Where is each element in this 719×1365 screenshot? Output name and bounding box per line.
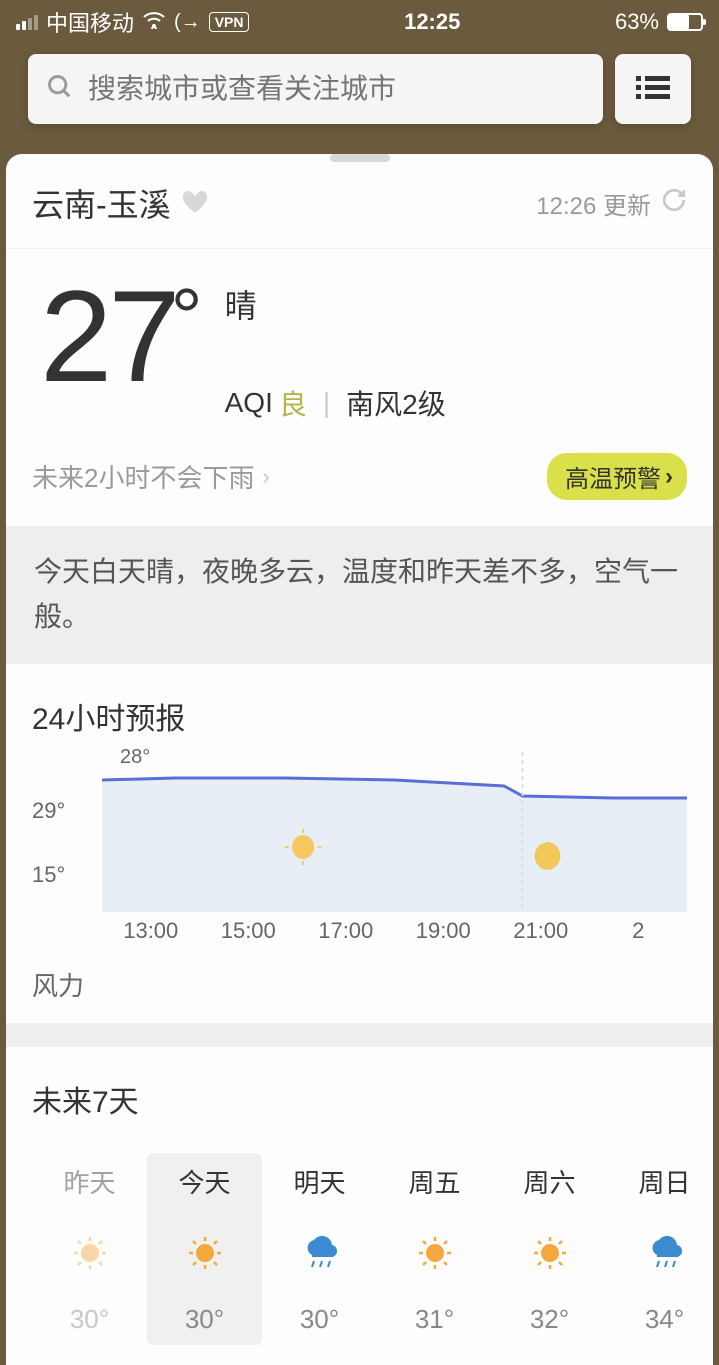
day-column[interactable]: 明天 30°	[262, 1153, 377, 1345]
location-name: 云南-玉溪	[32, 180, 171, 226]
weather-card: 云南-玉溪 12:26 更新 27° 晴 AQI 良 | 南风2级	[6, 154, 713, 1365]
weekly-forecast[interactable]: 昨天 30° 今天 30° 明天 30° 周五 31° 周六 32° 周日 34°	[32, 1135, 687, 1345]
x-axis-label: 21:00	[492, 918, 590, 944]
day-column[interactable]: 周六 32°	[492, 1153, 607, 1345]
status-bar: 中国移动 (→ VPN 12:25 63%	[0, 0, 719, 44]
day-label: 昨天	[32, 1163, 147, 1200]
y-axis-high: 29°	[32, 798, 65, 824]
heat-alert-button[interactable]: 高温预警 ›	[547, 453, 687, 500]
drag-handle[interactable]	[330, 154, 390, 162]
signal-icon	[16, 15, 38, 30]
aqi-row[interactable]: AQI 良 | 南风2级	[225, 383, 446, 423]
hotspot-icon: (→	[174, 11, 201, 34]
search-input[interactable]	[88, 73, 585, 105]
x-axis-label: 19:00	[395, 918, 493, 944]
day-column[interactable]: 周日 34°	[607, 1153, 687, 1345]
day-label: 周六	[492, 1163, 607, 1200]
rain-forecast-link[interactable]: 未来2小时不会下雨 ›	[32, 458, 270, 495]
day-column[interactable]: 今天 30°	[147, 1153, 262, 1345]
battery-icon	[667, 13, 703, 31]
aqi-label: AQI	[225, 387, 273, 419]
day-label: 今天	[147, 1163, 262, 1200]
current-temp: 27°	[40, 271, 203, 423]
battery-pct: 63%	[615, 9, 659, 35]
y-axis-low: 15°	[32, 862, 65, 888]
x-axis-label: 17:00	[297, 918, 395, 944]
search-icon	[46, 73, 74, 106]
day-column[interactable]: 周五 31°	[377, 1153, 492, 1345]
summary-text: 今天白天晴，夜晚多云，温度和昨天差不多，空气一般。	[6, 526, 713, 664]
refresh-icon[interactable]	[661, 187, 687, 220]
sun-icon	[32, 1230, 147, 1276]
list-icon	[636, 74, 670, 105]
sun-icon	[377, 1230, 492, 1276]
day-temp: 32°	[492, 1304, 607, 1335]
favorite-icon[interactable]	[181, 188, 209, 219]
day-temp: 31°	[377, 1304, 492, 1335]
day-temp: 34°	[607, 1304, 687, 1335]
day-label: 明天	[262, 1163, 377, 1200]
wind-text: 南风2级	[346, 383, 446, 423]
city-list-button[interactable]	[615, 54, 691, 124]
wind-row-label: 风力	[32, 966, 687, 1003]
vpn-badge: VPN	[209, 12, 250, 32]
day-temp: 30°	[32, 1304, 147, 1335]
day-column[interactable]: 昨天 30°	[32, 1153, 147, 1345]
carrier-label: 中国移动	[46, 6, 134, 38]
condition-text: 晴	[225, 281, 446, 327]
wifi-icon	[142, 9, 166, 35]
sun-icon	[492, 1230, 607, 1276]
day-label: 周五	[377, 1163, 492, 1200]
x-axis-label: 2	[590, 918, 688, 944]
rain-icon	[262, 1230, 377, 1276]
hourly-title: 24小时预报	[32, 694, 687, 738]
updated-label: 12:26 更新	[536, 186, 651, 221]
chevron-right-icon: ›	[262, 464, 269, 490]
chevron-right-icon: ›	[665, 463, 673, 491]
day-temp: 30°	[147, 1304, 262, 1335]
x-axis-label: 13:00	[102, 918, 200, 944]
clock: 12:25	[404, 9, 460, 35]
hourly-chart[interactable]: 28° 29° 15° 13:0015:0017:0019:0021:002	[32, 752, 687, 962]
day-temp: 30°	[262, 1304, 377, 1335]
sun-icon	[147, 1230, 262, 1276]
day-label: 周日	[607, 1163, 687, 1200]
rain-icon	[607, 1230, 687, 1276]
x-axis-label: 15:00	[200, 918, 298, 944]
aqi-value: 良	[279, 383, 307, 423]
weekly-title: 未来7天	[32, 1077, 687, 1121]
search-input-container[interactable]	[28, 54, 603, 124]
